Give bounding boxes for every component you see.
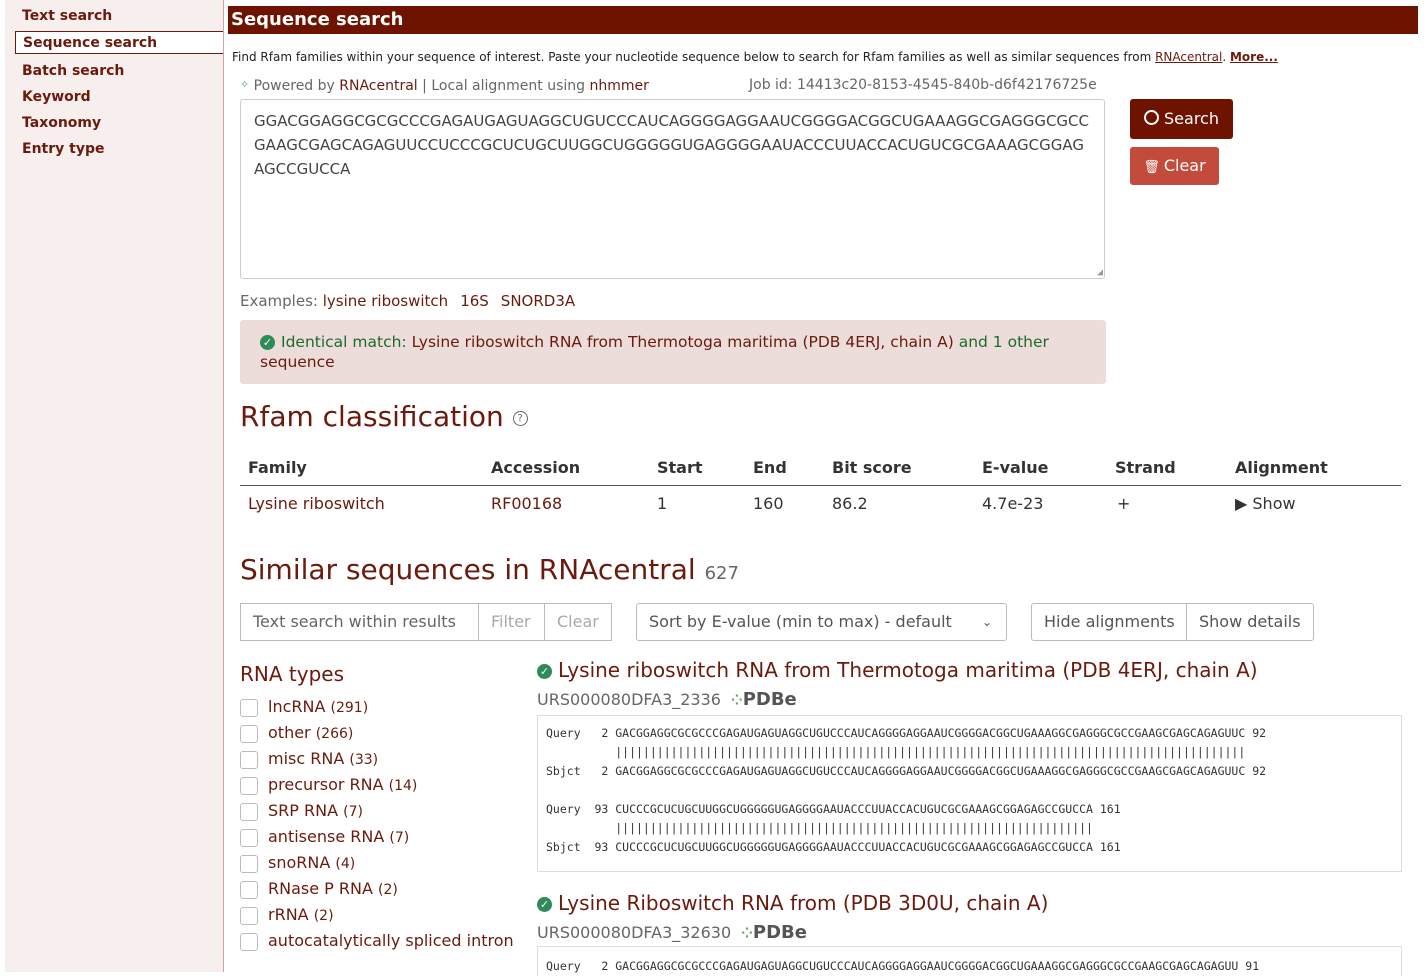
alignment-line: Sbjct 2 GACGGAGGCGCGCCCGAGAUGAGUAGGCUGUC…: [546, 764, 1267, 778]
alignment-line: Sbjct 93 CUCCCGCUCUGCUUGGCUGGGGGUGAGGGGA…: [546, 840, 1121, 854]
results-search-input[interactable]: Text search within results: [240, 603, 479, 641]
bit-score-value: 86.2: [832, 494, 868, 513]
trash-icon: 🗑: [1143, 160, 1160, 175]
check-icon: ✓: [537, 897, 552, 912]
accession-link[interactable]: RF00168: [491, 494, 562, 513]
sidebar-item-text-search[interactable]: Text search: [15, 5, 223, 28]
col-family: Family: [248, 458, 307, 477]
result-id: URS000080DFA3_2336 ⁘PDBe: [537, 689, 797, 710]
show-details-button[interactable]: Show details: [1186, 603, 1314, 641]
checkbox[interactable]: [240, 750, 258, 769]
clear-button[interactable]: 🗑 Clear: [1130, 147, 1219, 185]
page-title: Sequence search: [228, 6, 1418, 34]
checkbox[interactable]: [240, 932, 258, 951]
filter-button[interactable]: Filter: [478, 603, 545, 641]
family-link[interactable]: Lysine riboswitch: [248, 494, 385, 513]
powered-by: ✧ Powered by RNAcentral | Local alignmen…: [240, 78, 649, 94]
strand-value: +: [1117, 494, 1131, 513]
col-strand: Strand: [1115, 458, 1176, 477]
resize-handle-icon[interactable]: ◢: [1097, 267, 1103, 278]
result-title-link[interactable]: ✓ Lysine riboswitch RNA from Thermotoga m…: [537, 658, 1258, 682]
pdbe-logo: ⁘PDBe: [741, 922, 807, 943]
more-link[interactable]: More...: [1230, 50, 1278, 64]
checkbox[interactable]: [240, 880, 258, 899]
result-title-link[interactable]: ✓ Lysine Riboswitch RNA from (PDB 3D0U, c…: [537, 891, 1048, 915]
checkbox[interactable]: [240, 802, 258, 821]
chevron-down-icon: ⌄: [981, 615, 992, 629]
example-link[interactable]: SNORD3A: [501, 292, 575, 310]
similar-title: Similar sequences in RNAcentral 627: [240, 553, 739, 586]
facet-item[interactable]: RNase P RNA (2): [240, 879, 398, 901]
similar-count: 627: [704, 563, 739, 584]
alignment-line: ||||||||||||||||||||||||||||||||||||||||…: [546, 745, 1246, 759]
triangle-right-icon: ▶: [1235, 494, 1253, 513]
sidebar-item-taxonomy[interactable]: Taxonomy: [15, 112, 223, 135]
col-start: Start: [657, 458, 703, 477]
pdbe-dots-icon: ⁘: [730, 693, 743, 709]
sidebar-item-keyword[interactable]: Keyword: [15, 86, 223, 109]
checkbox[interactable]: [240, 698, 258, 717]
col-alignment: Alignment: [1235, 458, 1328, 477]
rna-types-title: RNA types: [240, 662, 344, 686]
check-icon: ✓: [537, 664, 552, 679]
hide-alignments-button[interactable]: Hide alignments: [1031, 603, 1187, 641]
facet-item[interactable]: rRNA (2): [240, 905, 334, 927]
sidebar-item-sequence-search[interactable]: Sequence search: [15, 31, 223, 54]
sidebar: Text search Sequence search Batch search…: [5, 0, 224, 972]
facet-item[interactable]: autocatalytically spliced intron: [240, 931, 514, 953]
facet-item[interactable]: antisense RNA (7): [240, 827, 409, 849]
show-alignment-toggle[interactable]: ▶ Show: [1235, 494, 1296, 513]
pdbe-logo: ⁘PDBe: [730, 689, 797, 710]
sequence-text: GGACGGAGGCGCGCCCGAGAUGAGUAGGCUGUCCCAUCAG…: [254, 112, 1089, 178]
results-clear-button[interactable]: Clear: [544, 603, 612, 641]
facet-item[interactable]: lncRNA (291): [240, 697, 368, 719]
sidebar-item-batch-search[interactable]: Batch search: [15, 60, 223, 83]
facet-item[interactable]: SRP RNA (7): [240, 801, 363, 823]
rnacentral-link[interactable]: RNAcentral: [1155, 50, 1222, 64]
sparkle-icon: ✧: [240, 78, 250, 91]
facet-item[interactable]: precursor RNA (14): [240, 775, 417, 797]
table-divider: [240, 485, 1401, 486]
nhmmer-link[interactable]: nhmmer: [590, 78, 649, 94]
check-icon: ✓: [260, 335, 275, 350]
result-id: URS000080DFA3_32630 ⁘PDBe: [537, 922, 807, 943]
facet-item[interactable]: snoRNA (4): [240, 853, 355, 875]
examples: Examples: lysine riboswitch 16S SNORD3A: [240, 292, 576, 310]
facet-item[interactable]: other (266): [240, 723, 353, 745]
col-evalue: E-value: [982, 458, 1049, 477]
sort-select[interactable]: Sort by E-value (min to max) - default ⌄: [636, 603, 1007, 641]
sequence-input[interactable]: GGACGGAGGCGCGCCCGAGAUGAGUAGGCUGUCCCAUCAG…: [240, 99, 1105, 279]
search-button[interactable]: Search: [1130, 99, 1233, 139]
checkbox[interactable]: [240, 828, 258, 847]
alignment-line: ||||||||||||||||||||||||||||||||||||||||…: [546, 821, 1093, 835]
alignment-block: Query 2 GACGGAGGCGCGCCCGAGAUGAGUAGGCUGUC…: [537, 715, 1402, 872]
classification-title: Rfam classification ?: [240, 400, 528, 433]
col-accession: Accession: [491, 458, 581, 477]
search-icon: [1144, 110, 1160, 125]
identical-match-alert: ✓ Identical match: Lysine riboswitch RNA …: [240, 320, 1106, 384]
example-link[interactable]: lysine riboswitch: [323, 292, 448, 310]
checkbox[interactable]: [240, 854, 258, 873]
col-end: End: [753, 458, 787, 477]
checkbox[interactable]: [240, 724, 258, 743]
main-content: Sequence search Find Rfam families withi…: [223, 0, 1427, 976]
alignment-line: Query 93 CUCCCGCUCUGCUUGGCUGGGGGUGAGGGGA…: [546, 802, 1121, 816]
intro-text: Find Rfam families within your sequence …: [232, 50, 1278, 64]
checkbox[interactable]: [240, 906, 258, 925]
col-bit-score: Bit score: [832, 458, 912, 477]
powered-rnacentral-link[interactable]: RNAcentral: [339, 78, 417, 94]
end-value: 160: [753, 494, 784, 513]
help-icon[interactable]: ?: [512, 410, 528, 426]
sidebar-item-entry-type[interactable]: Entry type: [15, 138, 223, 161]
checkbox[interactable]: [240, 776, 258, 795]
evalue-value: 4.7e-23: [982, 494, 1044, 513]
alignment-line: Query 2 GACGGAGGCGCGCCCGAGAUGAGUAGGCUGUC…: [546, 726, 1267, 740]
example-link[interactable]: 16S: [460, 292, 489, 310]
start-value: 1: [657, 494, 668, 513]
match-link[interactable]: Lysine riboswitch RNA from Thermotoga ma…: [412, 333, 954, 351]
facet-item[interactable]: misc RNA (33): [240, 749, 378, 771]
pdbe-dots-icon: ⁘: [741, 926, 753, 942]
job-id: Job id: 14413c20-8153-4545-840b-d6f42176…: [749, 77, 1097, 93]
alignment-line: Query 2 GACGGAGGCGCGCCCGAGAUGAGUAGGCUGUC…: [546, 959, 1260, 973]
